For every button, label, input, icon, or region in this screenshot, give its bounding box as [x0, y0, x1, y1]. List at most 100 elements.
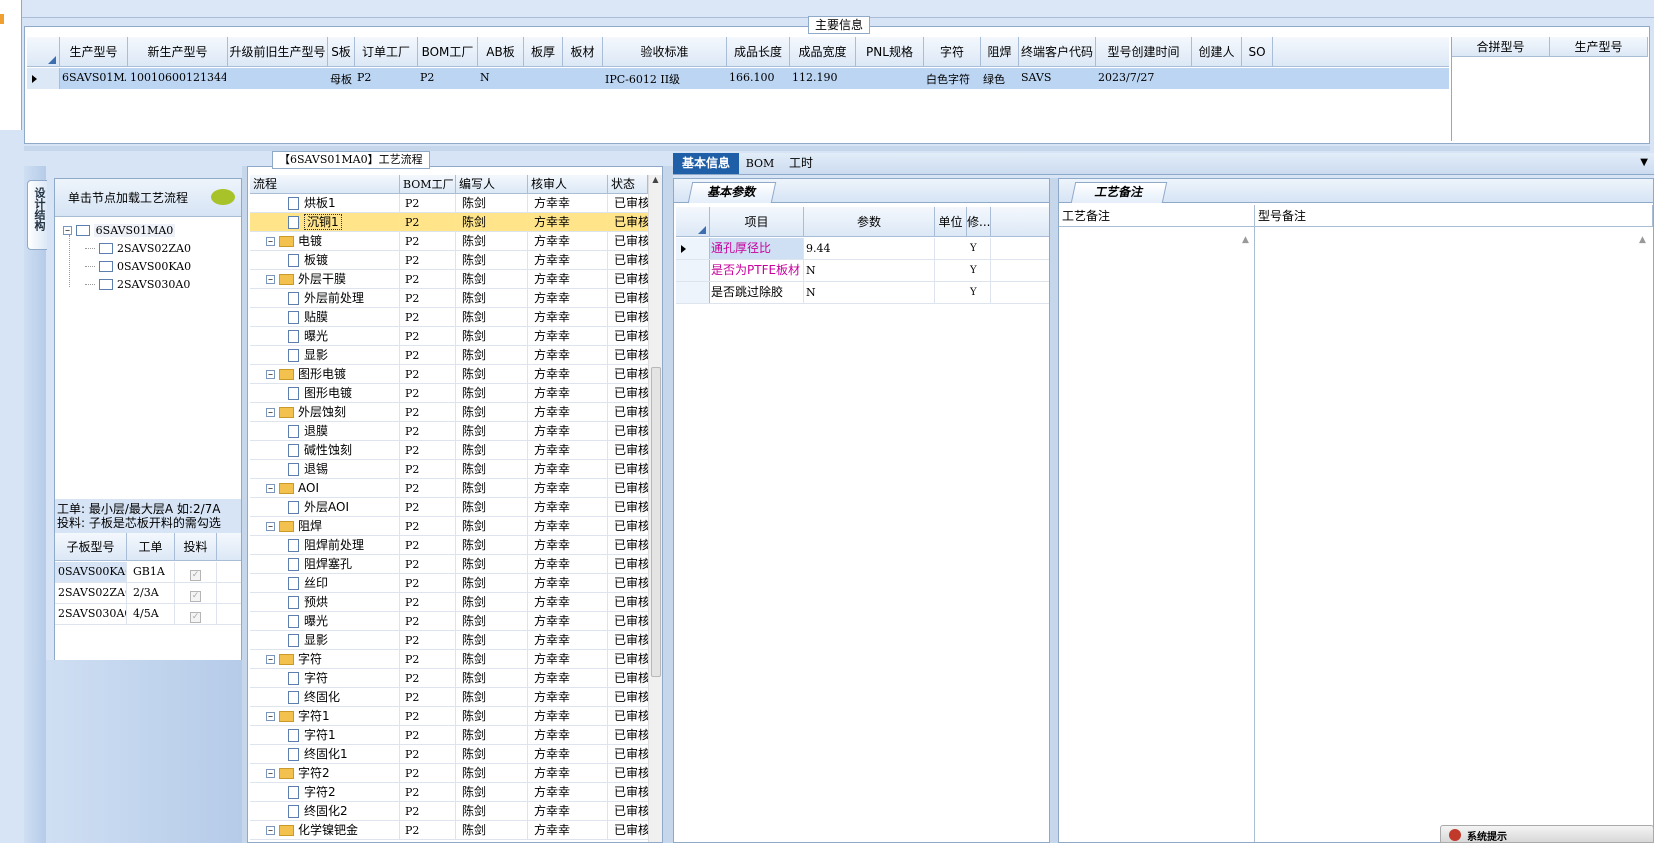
param-col-header[interactable]: 参数 [804, 207, 935, 237]
process-row[interactable]: − AOI P2 陈剑 方幸幸 已审核 [250, 479, 648, 498]
middle-splitter[interactable] [663, 166, 673, 843]
process-writer-cell[interactable]: 陈剑 [456, 327, 528, 346]
process-row[interactable]: 字符1 P2 陈剑 方幸幸 已审核 [250, 726, 648, 745]
process-bom-cell[interactable]: P2 [400, 270, 456, 289]
process-bom-cell[interactable]: P2 [400, 365, 456, 384]
main-info-cell[interactable]: N [480, 71, 522, 84]
process-row[interactable]: 退膜 P2 陈剑 方幸幸 已审核 [250, 422, 648, 441]
process-writer-cell[interactable]: 陈剑 [456, 555, 528, 574]
remark-scroll-icon[interactable]: ▲ [1242, 235, 1249, 245]
param-mod-cell[interactable]: Y [967, 260, 991, 281]
process-writer-cell[interactable]: 陈剑 [456, 384, 528, 403]
process-reviewer-cell[interactable]: 方幸幸 [528, 650, 608, 669]
process-bom-cell[interactable]: P2 [400, 802, 456, 821]
process-status-cell[interactable]: 已审核 [608, 384, 648, 403]
main-col-header[interactable]: SO [1242, 37, 1273, 67]
process-reviewer-cell[interactable]: 方幸幸 [528, 726, 608, 745]
process-name-cell[interactable]: − AOI [250, 479, 400, 498]
tree-root-node[interactable]: − 6SAVS01MA0 [63, 223, 176, 241]
process-writer-cell[interactable]: 陈剑 [456, 536, 528, 555]
process-reviewer-cell[interactable]: 方幸幸 [528, 536, 608, 555]
process-status-cell[interactable]: 已审核 [608, 289, 648, 308]
process-name-cell[interactable]: 退锡 [250, 460, 400, 479]
process-col-header[interactable]: 流程 [250, 175, 400, 194]
main-info-cell[interactable]: 166.100 [729, 71, 788, 84]
tree-child-node[interactable]: 2SAVS02ZA0 [85, 241, 191, 259]
right-tab[interactable]: BOM [741, 153, 779, 174]
process-name-cell[interactable]: − 外层蚀刻 [250, 403, 400, 422]
process-status-cell[interactable]: 已审核 [608, 403, 648, 422]
process-bom-cell[interactable]: P2 [400, 327, 456, 346]
process-writer-cell[interactable]: 陈剑 [456, 612, 528, 631]
process-writer-cell[interactable]: 陈剑 [456, 669, 528, 688]
process-bom-cell[interactable]: P2 [400, 422, 456, 441]
process-row[interactable]: − 字符 P2 陈剑 方幸幸 已审核 [250, 650, 648, 669]
process-bom-cell[interactable]: P2 [400, 441, 456, 460]
process-writer-cell[interactable]: 陈剑 [456, 232, 528, 251]
process-writer-cell[interactable]: 陈剑 [456, 251, 528, 270]
sub-board-row[interactable]: 2SAVS02ZA0 2/3A ✓ [55, 583, 241, 604]
right-splitter[interactable] [1050, 178, 1058, 843]
process-status-cell[interactable]: 已审核 [608, 251, 648, 270]
process-row[interactable]: − 化学镍钯金 P2 陈剑 方幸幸 已审核 [250, 821, 648, 840]
main-col-header[interactable]: 阻焊 [981, 37, 1019, 67]
sub-model-cell[interactable]: 0SAVS00KA0 [55, 562, 127, 582]
process-bom-cell[interactable]: P2 [400, 517, 456, 536]
process-status-cell[interactable]: 已审核 [608, 479, 648, 498]
process-writer-cell[interactable]: 陈剑 [456, 270, 528, 289]
process-bom-cell[interactable]: P2 [400, 213, 456, 232]
feed-checkbox[interactable]: ✓ [190, 612, 201, 623]
sub-model-cell[interactable]: 2SAVS02ZA0 [55, 583, 127, 603]
process-reviewer-cell[interactable]: 方幸幸 [528, 498, 608, 517]
process-writer-cell[interactable]: 陈剑 [456, 821, 528, 840]
sub-col-header[interactable]: 投料 [175, 533, 217, 561]
process-reviewer-cell[interactable]: 方幸幸 [528, 707, 608, 726]
main-col-header[interactable]: PNL规格 [856, 37, 924, 67]
process-bom-cell[interactable]: P2 [400, 289, 456, 308]
process-row[interactable]: 阻焊前处理 P2 陈剑 方幸幸 已审核 [250, 536, 648, 555]
feed-checkbox[interactable]: ✓ [190, 591, 201, 602]
process-row[interactable]: 外层前处理 P2 陈剑 方幸幸 已审核 [250, 289, 648, 308]
process-status-cell[interactable]: 已审核 [608, 726, 648, 745]
main-col-header[interactable]: 型号创建时间 [1096, 37, 1192, 67]
remark-process-area[interactable] [1059, 227, 1255, 842]
process-reviewer-cell[interactable]: 方幸幸 [528, 745, 608, 764]
collapse-icon[interactable]: − [266, 484, 275, 493]
process-reviewer-cell[interactable]: 方幸幸 [528, 669, 608, 688]
right-tab[interactable]: 工时 [781, 153, 821, 174]
process-name-cell[interactable]: 外层AOI [250, 498, 400, 517]
process-reviewer-cell[interactable]: 方幸幸 [528, 441, 608, 460]
process-status-cell[interactable]: 已审核 [608, 270, 648, 289]
process-reviewer-cell[interactable]: 方幸幸 [528, 194, 608, 213]
process-name-cell[interactable]: 烘板1 [250, 194, 400, 213]
sub-order-cell[interactable]: 4/5A [127, 604, 175, 624]
process-status-cell[interactable]: 已审核 [608, 517, 648, 536]
process-reviewer-cell[interactable]: 方幸幸 [528, 289, 608, 308]
process-reviewer-cell[interactable]: 方幸幸 [528, 479, 608, 498]
main-col-header[interactable]: S板 [328, 37, 355, 67]
main-col-header[interactable]: 终端客户代码 [1019, 37, 1096, 67]
process-reviewer-cell[interactable]: 方幸幸 [528, 764, 608, 783]
process-name-cell[interactable]: 贴膜 [250, 308, 400, 327]
process-bom-cell[interactable]: P2 [400, 384, 456, 403]
process-reviewer-cell[interactable]: 方幸幸 [528, 232, 608, 251]
main-col-header[interactable]: AB板 [478, 37, 524, 67]
collapse-icon[interactable]: − [266, 826, 275, 835]
sub-feed-cell[interactable]: ✓ [175, 583, 217, 603]
right-tab[interactable]: 基本信息 [673, 153, 739, 174]
main-info-cell[interactable]: IPC-6012 II级 [605, 71, 725, 87]
collapse-icon[interactable]: − [266, 522, 275, 531]
process-bom-cell[interactable]: P2 [400, 251, 456, 270]
process-status-cell[interactable]: 已审核 [608, 498, 648, 517]
process-status-cell[interactable]: 已审核 [608, 346, 648, 365]
param-mod-cell[interactable]: Y [967, 238, 991, 259]
process-status-cell[interactable]: 已审核 [608, 802, 648, 821]
tree-child-node[interactable]: 0SAVS00KA0 [85, 259, 191, 277]
process-status-cell[interactable]: 已审核 [608, 707, 648, 726]
process-name-cell[interactable]: 预烘 [250, 593, 400, 612]
process-writer-cell[interactable]: 陈剑 [456, 707, 528, 726]
process-writer-cell[interactable]: 陈剑 [456, 194, 528, 213]
process-status-cell[interactable]: 已审核 [608, 365, 648, 384]
main-col-header[interactable]: 验收标准 [603, 37, 727, 67]
process-name-cell[interactable]: 字符2 [250, 783, 400, 802]
